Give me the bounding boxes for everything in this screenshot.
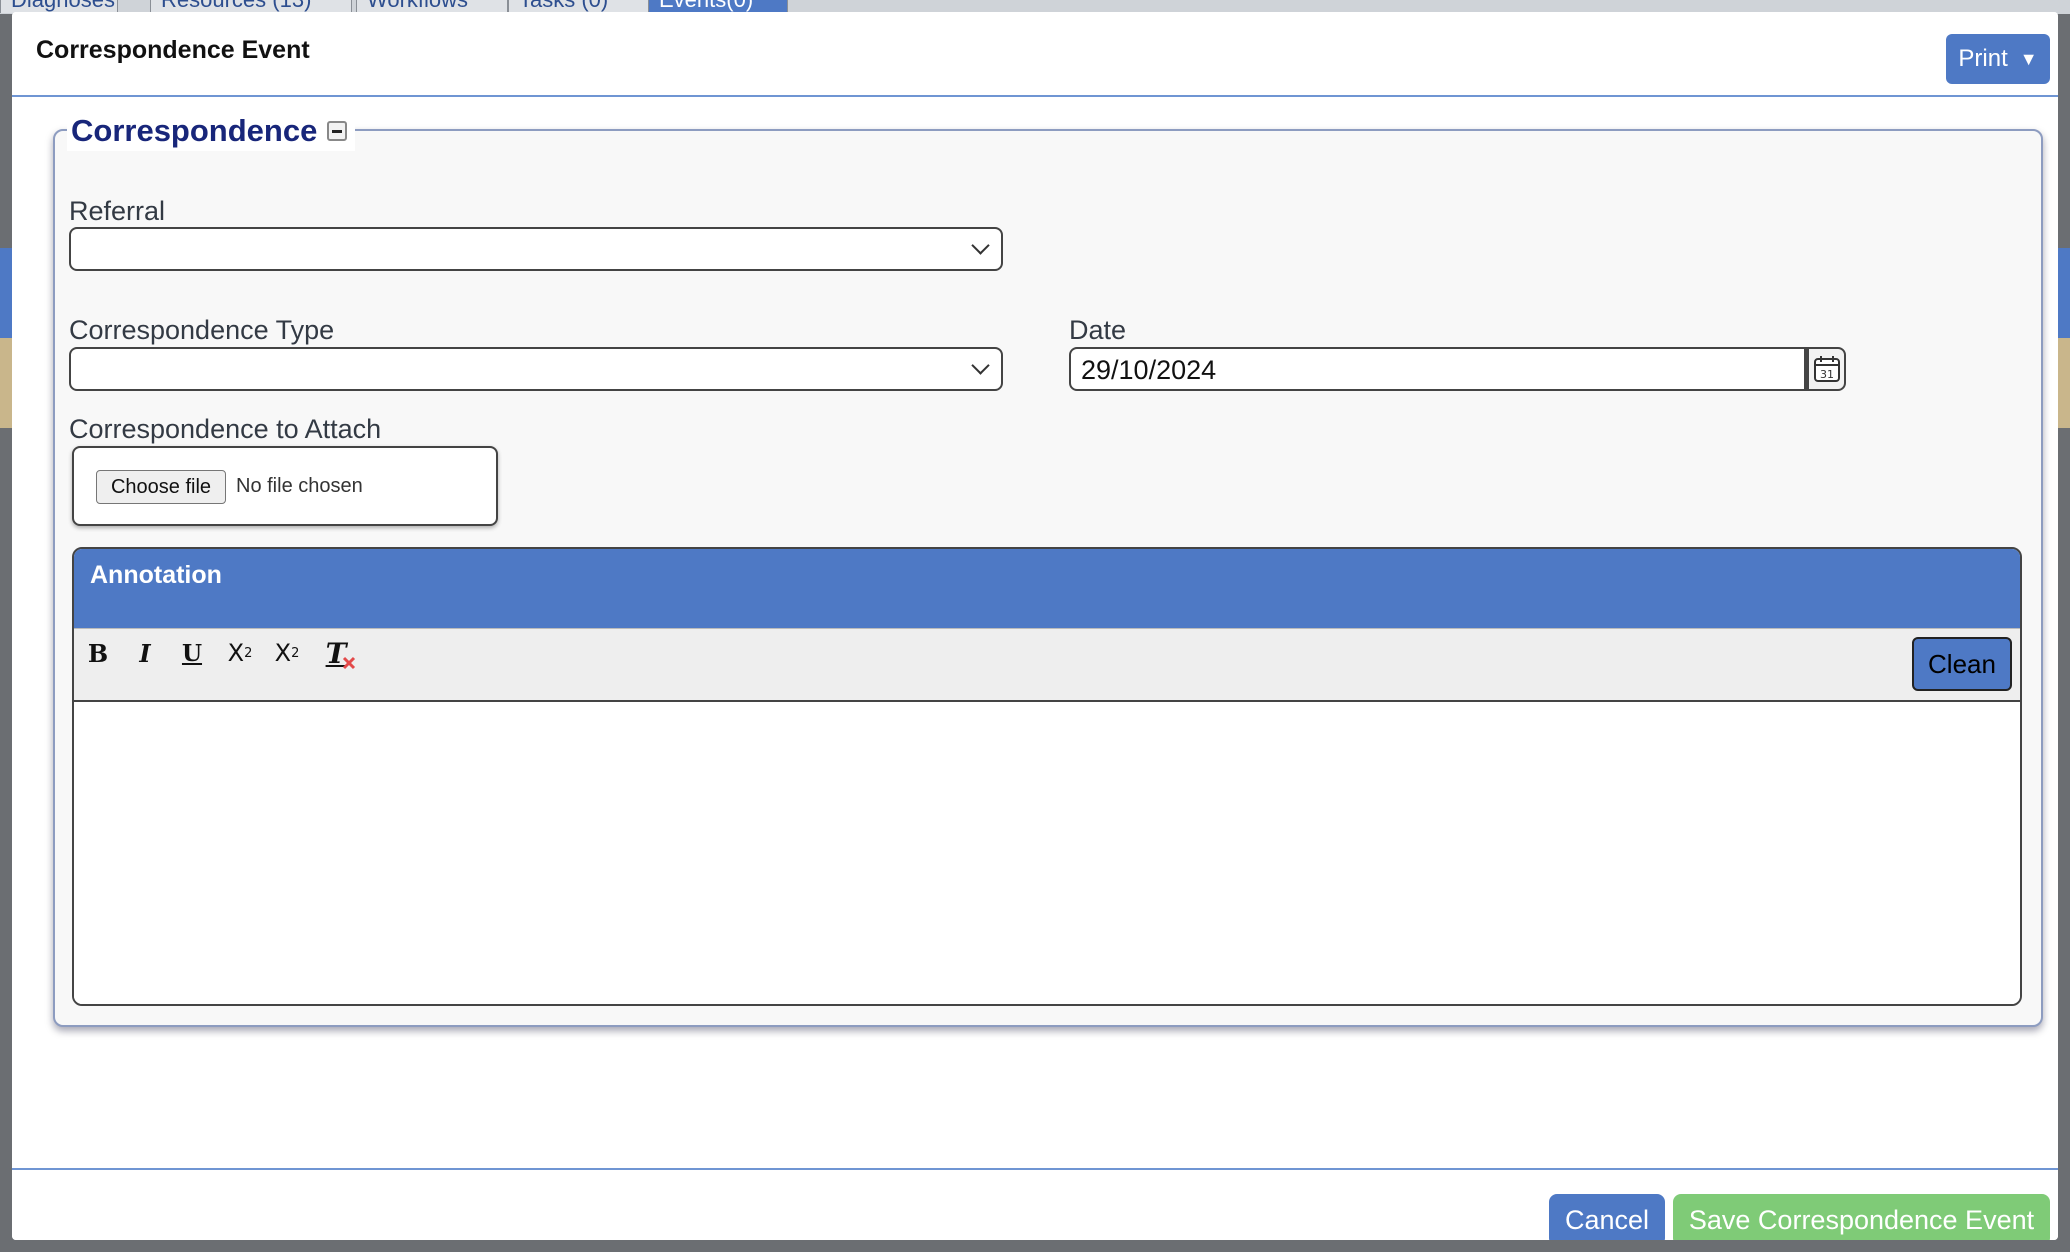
- chevron-down-icon: [971, 356, 990, 375]
- red-x-icon: [343, 656, 356, 669]
- chevron-down-icon: [971, 236, 990, 255]
- annotation-title: Annotation: [90, 561, 222, 589]
- annotation-editor[interactable]: [74, 702, 2020, 1004]
- background-panel: [2056, 248, 2070, 338]
- clear-format-icon: T: [326, 637, 356, 670]
- bold-button[interactable]: B: [78, 633, 118, 673]
- superscript-letter: X: [274, 639, 292, 667]
- superscript-mark: 2: [291, 645, 300, 661]
- calendar-day: 31: [1820, 368, 1834, 381]
- file-status: No file chosen: [236, 475, 363, 497]
- subscript-mark: 2: [244, 645, 253, 661]
- choose-file-button[interactable]: Choose file: [96, 470, 226, 504]
- annotation-header: Annotation: [74, 549, 2020, 628]
- attach-label: Correspondence to Attach: [69, 414, 382, 444]
- caret-down-icon: ▼: [2019, 48, 2038, 69]
- fieldset-legend: Correspondence: [67, 111, 356, 151]
- subscript-letter: X: [227, 639, 245, 667]
- referral-select[interactable]: [69, 227, 1003, 271]
- date-label: Date: [1069, 315, 1127, 345]
- subscript-button[interactable]: X2: [220, 633, 260, 673]
- file-input: Choose file No file chosen: [72, 446, 498, 526]
- superscript-button[interactable]: X2: [267, 633, 307, 673]
- clean-button[interactable]: Clean: [1912, 637, 2012, 691]
- background-panel: [2056, 338, 2070, 428]
- date-input[interactable]: 29/10/2024: [1069, 347, 1806, 391]
- correspondence-type-select[interactable]: [69, 347, 1003, 391]
- modal-footer: Cancel Save Correspondence Event: [12, 1168, 2058, 1240]
- correspondence-fieldset: Correspondence Referral Correspondence T…: [53, 111, 2043, 1027]
- calendar-icon: 31: [1813, 356, 1840, 382]
- cancel-button[interactable]: Cancel: [1549, 1194, 1665, 1240]
- underline-button[interactable]: U: [172, 633, 212, 673]
- section-title: Correspondence: [71, 113, 318, 148]
- print-button-label: Print: [1958, 45, 2008, 72]
- modal-title: Correspondence Event: [36, 36, 310, 64]
- calendar-button[interactable]: 31: [1806, 347, 1846, 391]
- clear-format-button[interactable]: T: [316, 633, 356, 673]
- referral-label: Referral: [69, 196, 166, 226]
- print-button[interactable]: Print ▼: [1946, 34, 2050, 84]
- italic-button[interactable]: I: [125, 633, 165, 673]
- collapse-icon[interactable]: [327, 121, 348, 141]
- save-correspondence-event-button[interactable]: Save Correspondence Event: [1673, 1194, 2050, 1240]
- editor-toolbar: B I U X2 X2 T Clean: [74, 628, 2020, 702]
- correspondence-type-label: Correspondence Type: [69, 315, 335, 345]
- annotation-panel: Annotation B I U X2 X2 T Clean: [72, 547, 2022, 1006]
- correspondence-event-modal: Correspondence Event Print ▼ Corresponde…: [12, 12, 2058, 1240]
- modal-header: Correspondence Event Print ▼: [12, 12, 2058, 97]
